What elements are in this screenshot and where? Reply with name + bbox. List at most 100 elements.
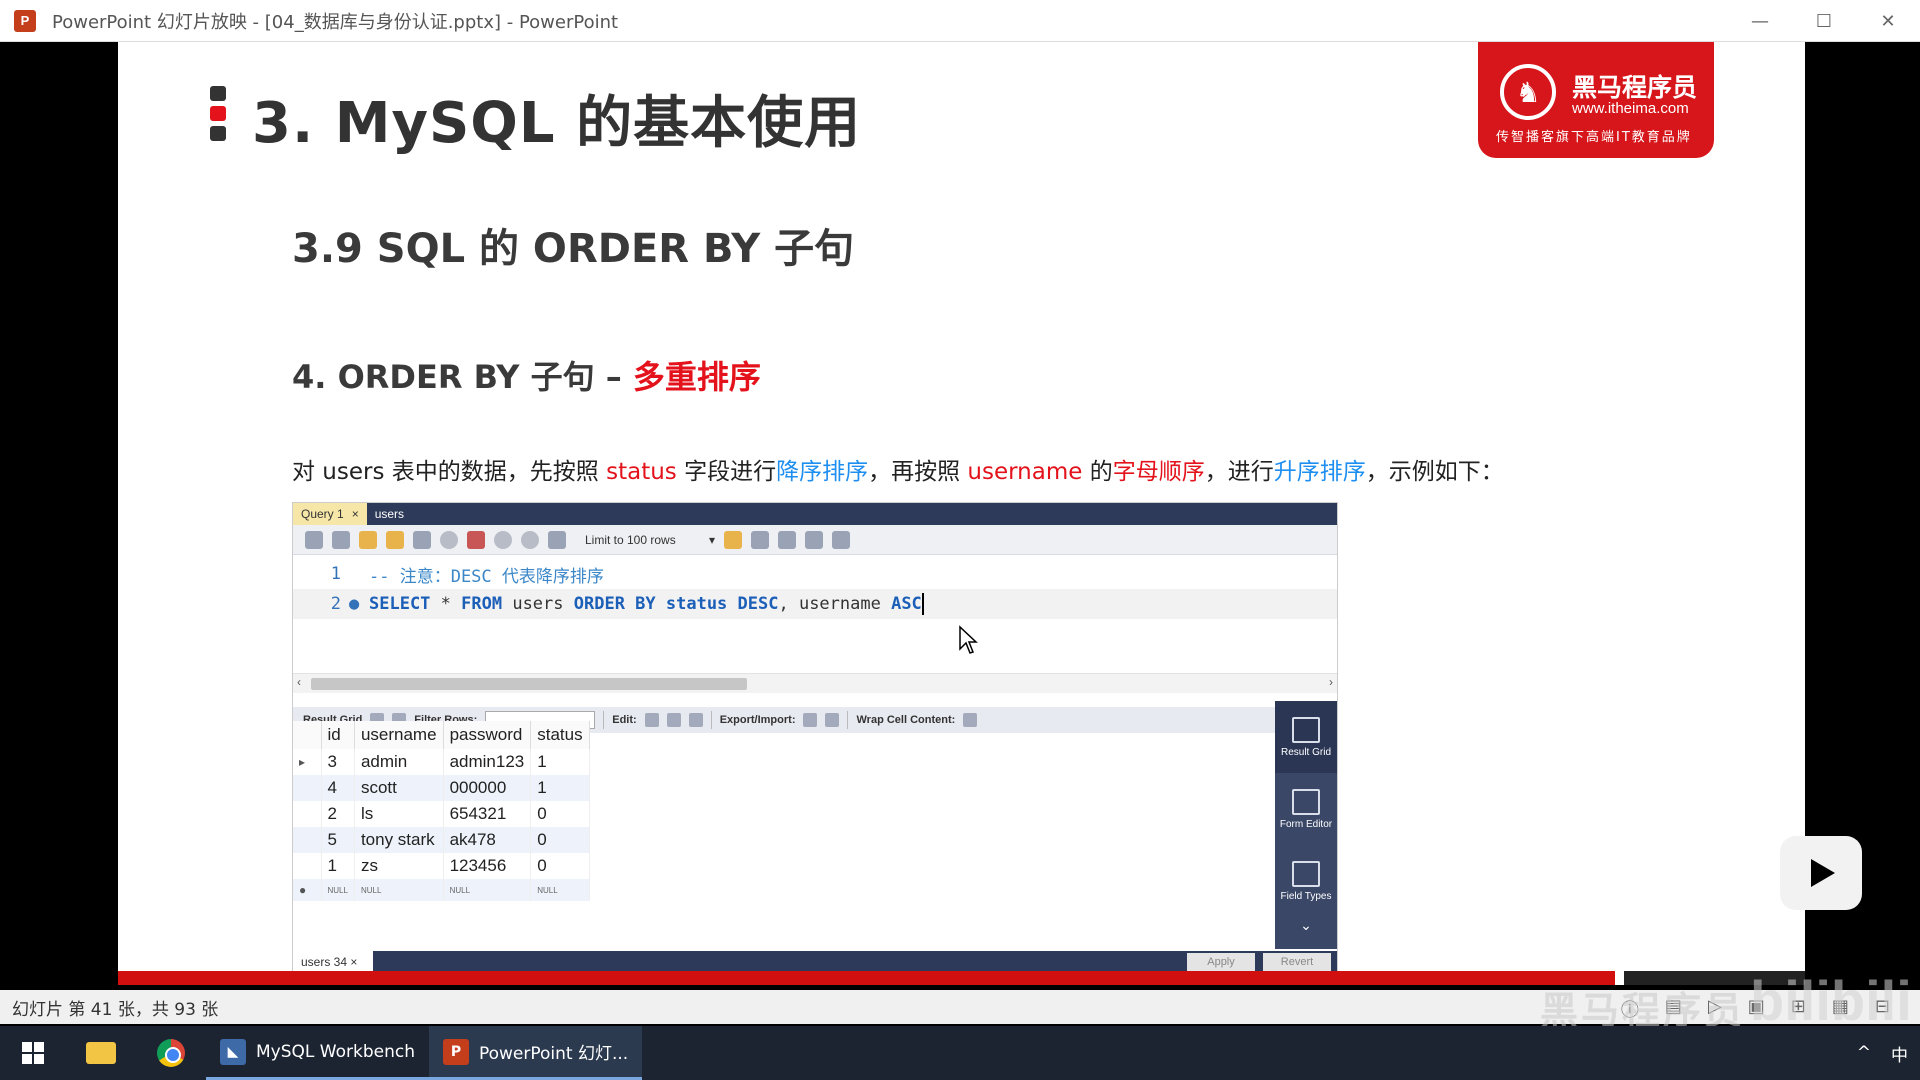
- result-tab-label: users 34: [301, 955, 348, 969]
- table-cell[interactable]: 1: [321, 853, 355, 879]
- table-cell[interactable]: ak478: [443, 827, 532, 853]
- stop-icon[interactable]: [440, 530, 458, 549]
- wrap-cell-icon[interactable]: [963, 713, 978, 727]
- table-row[interactable]: 2 ls 654321 0: [293, 801, 590, 827]
- table-cell[interactable]: 1: [530, 775, 590, 801]
- table-cell[interactable]: ls: [354, 801, 444, 827]
- table-row[interactable]: ▸ 3 admin admin123 1: [293, 749, 590, 775]
- query-tabs: Query 1 × users: [293, 503, 1337, 525]
- taskbar-app-mysql-workbench[interactable]: ◣ MySQL Workbench: [206, 1026, 429, 1080]
- close-button[interactable]: ✕: [1856, 0, 1920, 42]
- edit-row-icon[interactable]: [644, 713, 659, 727]
- table-cell[interactable]: 2: [321, 801, 355, 827]
- open-folder-icon[interactable]: [305, 530, 323, 549]
- ime-indicator[interactable]: 中: [1891, 1041, 1908, 1066]
- explain-icon[interactable]: [413, 530, 431, 549]
- taskbar-app-label: PowerPoint 幻灯...: [478, 1044, 629, 1064]
- table-cell[interactable]: 3: [321, 749, 355, 775]
- table-cell[interactable]: 1: [530, 749, 590, 775]
- wrap-icon[interactable]: [832, 530, 850, 549]
- editor-hscrollbar[interactable]: ‹ ›: [293, 673, 1337, 693]
- tray-expand-icon[interactable]: ^: [1857, 1043, 1871, 1063]
- chevron-down-icon[interactable]: ⌄: [1275, 917, 1337, 934]
- result-tab[interactable]: users 34 ×: [293, 955, 373, 969]
- tab-users[interactable]: users: [367, 503, 412, 525]
- table-cell[interactable]: 0: [530, 801, 590, 827]
- execute-current-icon[interactable]: [386, 530, 404, 549]
- table-row[interactable]: 1 zs 123456 0: [293, 853, 590, 879]
- null-cell[interactable]: NULL: [354, 879, 444, 901]
- import-icon[interactable]: [825, 713, 840, 727]
- column-header[interactable]: password: [443, 721, 532, 749]
- sql-toolbar: Limit to 100 rows ▾: [293, 525, 1337, 555]
- revert-button[interactable]: Revert: [1263, 953, 1331, 971]
- table-cell[interactable]: 5: [321, 827, 355, 853]
- table-cell[interactable]: 4: [321, 775, 355, 801]
- search-icon[interactable]: [778, 530, 796, 549]
- itheima-logo: ♞ 黑马程序员 www.itheima.com 传智播客旗下高端IT教育品牌: [1478, 42, 1714, 158]
- table-cell[interactable]: admin: [354, 749, 444, 775]
- apply-button[interactable]: Apply: [1187, 953, 1255, 971]
- table-cell[interactable]: 654321: [443, 801, 532, 827]
- horse-logo-icon: ♞: [1500, 64, 1556, 120]
- start-button[interactable]: [0, 1026, 66, 1080]
- error-toggle-icon[interactable]: [467, 530, 485, 549]
- table-cell[interactable]: tony stark: [354, 827, 444, 853]
- export-icon[interactable]: [803, 713, 818, 727]
- table-cell[interactable]: 123456: [443, 853, 532, 879]
- table-cell[interactable]: zs: [354, 853, 444, 879]
- result-grid[interactable]: id username password status ▸ 3 admin ad…: [293, 721, 623, 901]
- sql-comment: -- 注意：DESC 代表降序排序: [369, 566, 604, 587]
- scroll-right-icon[interactable]: ›: [1329, 675, 1333, 689]
- limit-rows-select[interactable]: Limit to 100 rows ▾: [585, 533, 715, 547]
- file-explorer-button[interactable]: [66, 1026, 136, 1080]
- commit-icon[interactable]: [494, 530, 512, 549]
- new-row[interactable]: ● NULL NULL NULL NULL: [293, 879, 590, 901]
- field-types-button[interactable]: Field Types: [1275, 845, 1337, 917]
- form-editor-button[interactable]: Form Editor: [1275, 773, 1337, 845]
- table-cell[interactable]: admin123: [443, 749, 532, 775]
- table-row[interactable]: 4 scott 000000 1: [293, 775, 590, 801]
- video-play-icon[interactable]: [1780, 836, 1862, 910]
- slide[interactable]: 3. MySQL 的基本使用 ♞ 黑马程序员 www.itheima.com 传…: [118, 42, 1805, 985]
- sql-editor[interactable]: 1 -- 注意：DESC 代表降序排序 2 ● SELECT * FROM use…: [293, 555, 1337, 673]
- add-row-icon[interactable]: [666, 713, 681, 727]
- column-header[interactable]: id: [321, 721, 355, 749]
- sql-statement: SELECT * FROM users ORDER BY status DESC…: [369, 594, 922, 614]
- autocommit-icon[interactable]: [548, 530, 566, 549]
- result-grid-view-button[interactable]: Result Grid: [1275, 701, 1337, 773]
- execute-icon[interactable]: [359, 530, 377, 549]
- logo-slogan: 传智播客旗下高端IT教育品牌: [1496, 130, 1692, 145]
- rollback-icon[interactable]: [521, 530, 539, 549]
- beautify-icon[interactable]: [751, 530, 769, 549]
- scroll-left-icon[interactable]: ‹: [297, 675, 301, 689]
- slide-footer-bar: [118, 971, 1615, 985]
- table-cell[interactable]: 000000: [443, 775, 532, 801]
- scroll-thumb[interactable]: [311, 678, 747, 690]
- invisible-chars-icon[interactable]: [805, 530, 823, 549]
- line-marker: ●: [349, 594, 360, 614]
- close-icon[interactable]: ×: [350, 955, 357, 969]
- table-row[interactable]: 5 tony stark ak478 0: [293, 827, 590, 853]
- null-cell[interactable]: NULL: [530, 879, 590, 901]
- table-cell[interactable]: 0: [530, 827, 590, 853]
- logo-name: 黑马程序员: [1572, 73, 1698, 102]
- table-cell[interactable]: 0: [530, 853, 590, 879]
- table-cell[interactable]: scott: [354, 775, 444, 801]
- column-header[interactable]: status: [530, 721, 590, 749]
- mouse-pointer-icon: [959, 625, 978, 654]
- chrome-button[interactable]: [136, 1026, 206, 1080]
- minimize-button[interactable]: —: [1728, 0, 1792, 42]
- bookmark-icon[interactable]: [724, 530, 742, 549]
- maximize-button[interactable]: ☐: [1792, 0, 1856, 42]
- delete-row-icon[interactable]: [688, 713, 703, 727]
- column-header[interactable]: username: [354, 721, 444, 749]
- null-cell[interactable]: NULL: [443, 879, 532, 901]
- taskbar-app-powerpoint[interactable]: P PowerPoint 幻灯...: [428, 1026, 643, 1080]
- null-cell[interactable]: NULL: [321, 879, 355, 901]
- tab-query-1[interactable]: Query 1 ×: [293, 503, 367, 525]
- grid-icon: [1292, 716, 1320, 743]
- save-icon[interactable]: [332, 530, 350, 549]
- close-icon[interactable]: ×: [352, 507, 359, 521]
- desc-text: ，再按照: [868, 459, 968, 485]
